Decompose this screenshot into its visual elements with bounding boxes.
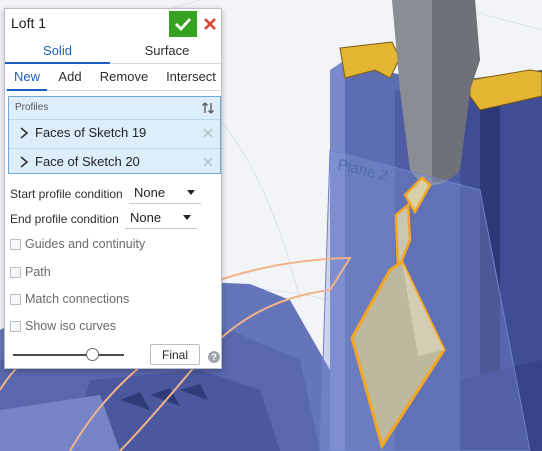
help-icon[interactable]: ?: [208, 351, 220, 363]
close-icon: [204, 18, 216, 30]
checkmark-icon: [175, 18, 192, 32]
dialog-titlebar: Loft 1: [5, 9, 221, 37]
profile-item[interactable]: Face of Sketch 20: [9, 148, 220, 174]
final-button[interactable]: Final: [150, 344, 200, 365]
caret-down-icon: [183, 215, 191, 220]
remove-icon[interactable]: [201, 126, 215, 140]
tab-add[interactable]: Add: [53, 66, 87, 91]
tab-solid[interactable]: Solid: [5, 39, 110, 64]
preview-slider-track[interactable]: [13, 354, 124, 356]
caret-down-icon: [187, 190, 195, 195]
preview-slider-handle[interactable]: [86, 348, 100, 361]
profile-item-label: Face of Sketch 20: [35, 154, 140, 169]
tab-new[interactable]: New: [7, 66, 47, 91]
cancel-button[interactable]: [199, 12, 221, 36]
loft-dialog: Loft 1 Solid Surface New Add Remove Inte…: [4, 8, 222, 369]
guides-continuity-label: Guides and continuity: [25, 237, 146, 251]
checkbox-box[interactable]: [10, 321, 21, 332]
start-condition-value: None: [134, 185, 166, 200]
start-condition-label: Start profile condition: [10, 187, 123, 201]
show-iso-curves-label: Show iso curves: [25, 319, 117, 333]
match-connections-label: Match connections: [25, 292, 130, 306]
end-condition-select[interactable]: None: [125, 207, 197, 229]
chevron-right-icon[interactable]: [18, 126, 30, 140]
checkbox-box[interactable]: [10, 239, 21, 250]
dialog-title: Loft 1: [11, 15, 47, 31]
profile-item[interactable]: Faces of Sketch 19: [9, 119, 220, 145]
tab-remove[interactable]: Remove: [97, 66, 151, 91]
tab-intersect[interactable]: Intersect: [161, 66, 221, 91]
sort-arrows-icon[interactable]: [201, 101, 215, 115]
tab-surface[interactable]: Surface: [113, 39, 221, 64]
path-label: Path: [25, 265, 51, 279]
show-iso-curves-checkbox[interactable]: Show iso curves: [10, 319, 190, 337]
checkbox-box[interactable]: [10, 267, 21, 278]
profiles-label: Profiles: [15, 102, 49, 113]
operation-tabs: New Add Remove Intersect: [5, 66, 221, 91]
end-condition-label: End profile condition: [10, 212, 119, 226]
profiles-list[interactable]: Profiles Faces of Sketch 19 Face of Sket…: [8, 96, 221, 174]
guides-continuity-checkbox[interactable]: Guides and continuity: [10, 237, 190, 255]
end-condition-value: None: [130, 210, 162, 225]
start-condition-select[interactable]: None: [129, 182, 201, 204]
path-checkbox[interactable]: Path: [10, 265, 190, 283]
chevron-right-icon[interactable]: [18, 155, 30, 169]
profile-item-label: Faces of Sketch 19: [35, 125, 147, 140]
body-type-tabs: Solid Surface: [5, 39, 221, 64]
match-connections-checkbox[interactable]: Match connections: [10, 292, 190, 310]
remove-icon[interactable]: [201, 155, 215, 169]
accept-button[interactable]: [169, 11, 197, 37]
checkbox-box[interactable]: [10, 294, 21, 305]
